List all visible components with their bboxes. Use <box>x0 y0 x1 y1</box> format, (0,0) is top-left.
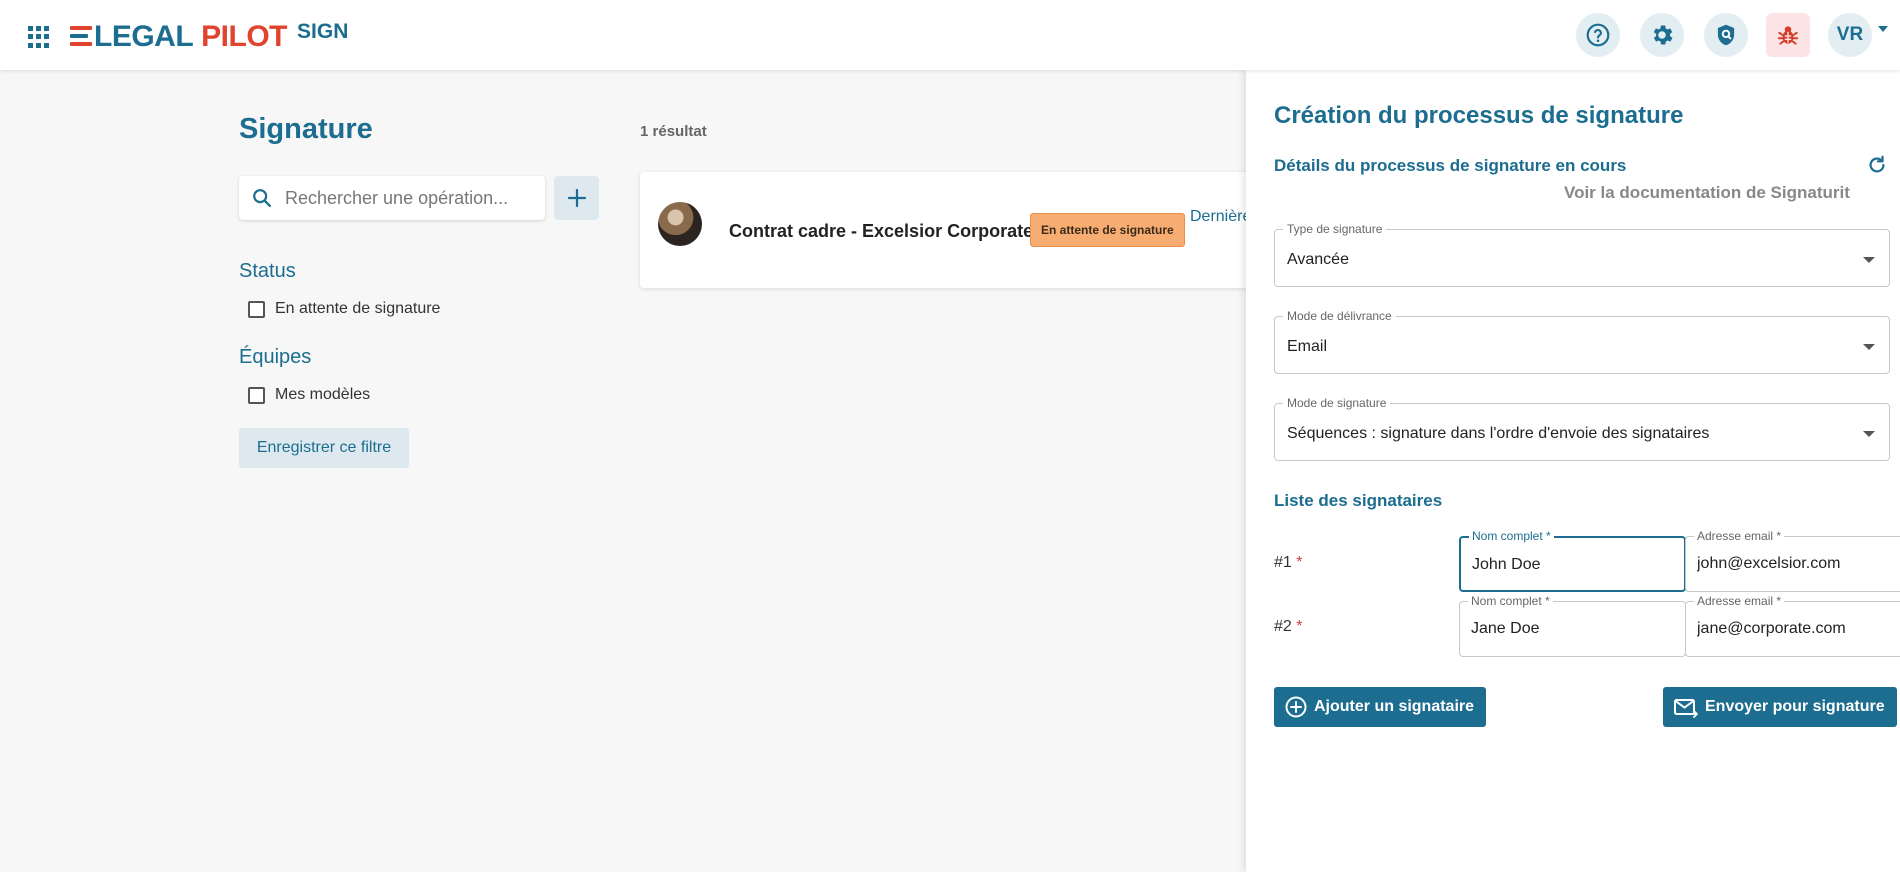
signer-number: #1 * <box>1274 554 1303 571</box>
mail-send-icon <box>1674 699 1698 718</box>
logo-mark-icon <box>70 20 92 50</box>
apps-grid-icon[interactable] <box>28 26 50 48</box>
checkbox[interactable] <box>248 300 265 318</box>
delivery-mode-label: Mode de délivrance <box>1283 309 1396 323</box>
signature-type-select[interactable]: Type de signature Avancée <box>1274 222 1890 287</box>
shield-icon <box>1717 24 1735 46</box>
status-badge: En attente de signature <box>1030 213 1185 247</box>
plus-icon <box>567 188 586 208</box>
signer-name-label: Nom complet * <box>1468 594 1553 608</box>
refresh-icon <box>1869 155 1885 173</box>
operation-avatar <box>658 202 702 246</box>
signer-email-field[interactable]: Adresse email * <box>1685 594 1900 657</box>
operation-title[interactable]: Contrat cadre - Excelsior Corporate <box>729 221 1033 242</box>
gear-icon <box>1653 25 1673 45</box>
page-title: Signature <box>239 113 373 145</box>
user-avatar[interactable]: VR <box>1828 13 1872 57</box>
checkbox[interactable] <box>248 386 265 404</box>
bug-report-button[interactable] <box>1766 13 1810 57</box>
help-icon <box>1586 23 1610 47</box>
signaturit-docs-link[interactable]: Voir la documentation de Signaturit <box>1564 183 1850 203</box>
signer-email-input[interactable] <box>1697 555 1847 573</box>
signer-email-field[interactable]: Adresse email * <box>1685 529 1900 592</box>
signature-type-label: Type de signature <box>1283 222 1387 236</box>
search-input[interactable] <box>285 187 535 209</box>
result-count: 1 résultat <box>640 123 707 140</box>
logo-legal-text: LEGAL <box>94 20 194 53</box>
send-for-signature-button[interactable]: Envoyer pour signature <box>1663 687 1897 727</box>
signer-name-input[interactable] <box>1472 556 1622 574</box>
signature-mode-select[interactable]: Mode de signature Séquences : signature … <box>1274 396 1890 461</box>
delivery-mode-value: Email <box>1287 338 1328 355</box>
result-card[interactable]: Contrat cadre - Excelsior Corporate En a… <box>640 172 1260 288</box>
last-update-label: Dernière <box>1190 208 1252 225</box>
chevron-down-icon <box>1863 431 1875 437</box>
teams-filter-label: Mes modèles <box>275 386 371 403</box>
status-filter-option[interactable]: En attente de signature <box>248 300 440 318</box>
teams-filter-title: Équipes <box>239 346 312 368</box>
help-button[interactable] <box>1576 13 1620 57</box>
refresh-button[interactable] <box>1866 154 1888 181</box>
signature-creation-panel: Création du processus de signature Détai… <box>1246 70 1900 872</box>
top-bar: LEGAL PILOT SIGN VR <box>0 0 1900 70</box>
signer-number: #2 * <box>1274 618 1303 635</box>
plus-circle-icon <box>1285 696 1307 718</box>
chevron-down-icon <box>1863 257 1875 263</box>
signer-email-label: Adresse email * <box>1694 529 1785 543</box>
signature-mode-value: Séquences : signature dans l'ordre d'env… <box>1287 425 1710 442</box>
signer-email-label: Adresse email * <box>1694 594 1785 608</box>
status-filter-title: Status <box>239 260 296 282</box>
app-logo[interactable]: LEGAL PILOT SIGN <box>70 16 348 54</box>
save-filter-button[interactable]: Enregistrer ce filtre <box>239 428 409 468</box>
signer-name-label: Nom complet * <box>1469 529 1554 543</box>
logo-sign-text: SIGN <box>297 20 349 43</box>
search-icon <box>253 189 271 207</box>
avatar-chevron-down-icon[interactable] <box>1878 26 1888 32</box>
delivery-mode-select[interactable]: Mode de délivrance Email <box>1274 309 1890 374</box>
signer-name-input[interactable] <box>1471 620 1621 638</box>
chevron-down-icon <box>1863 344 1875 350</box>
add-signer-label: Ajouter un signataire <box>1314 698 1475 715</box>
signer-name-field[interactable]: Nom complet * <box>1459 594 1686 657</box>
signature-mode-label: Mode de signature <box>1283 396 1391 410</box>
panel-subtitle: Détails du processus de signature en cou… <box>1274 156 1627 175</box>
signers-list-title: Liste des signataires <box>1274 491 1443 510</box>
teams-filter-option[interactable]: Mes modèles <box>248 386 370 404</box>
security-button[interactable] <box>1704 13 1748 57</box>
settings-button[interactable] <box>1640 13 1684 57</box>
send-label: Envoyer pour signature <box>1705 698 1885 715</box>
add-operation-button[interactable] <box>554 176 599 220</box>
signature-type-value: Avancée <box>1287 251 1349 268</box>
signer-name-field[interactable]: Nom complet * <box>1459 529 1686 592</box>
add-signer-button[interactable]: Ajouter un signataire <box>1274 687 1487 727</box>
status-filter-label: En attente de signature <box>275 300 441 317</box>
panel-title: Création du processus de signature <box>1274 102 1684 129</box>
signer-email-input[interactable] <box>1697 620 1847 638</box>
bug-icon <box>1777 26 1799 45</box>
logo-pilot-text: PILOT <box>201 20 288 53</box>
search-box[interactable] <box>239 176 545 220</box>
